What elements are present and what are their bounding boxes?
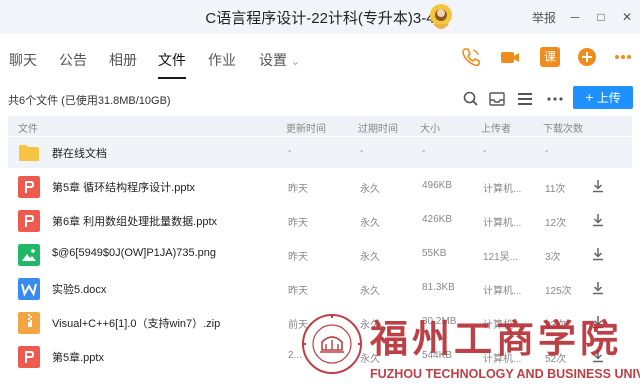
zip-file-icon xyxy=(18,312,40,334)
plus-icon[interactable] xyxy=(576,46,598,68)
file-name: 第5章 循环结构程序设计.pptx xyxy=(52,182,196,194)
file-uploader: 计算机... xyxy=(483,218,522,229)
table-row[interactable]: 实验5.docx 昨天 永久 81.3KB 计算机... 125次 xyxy=(8,273,632,304)
file-name: 第5章.pptx xyxy=(52,352,104,364)
course-button[interactable]: 课 xyxy=(540,47,560,67)
video-call-icon[interactable] xyxy=(499,46,521,68)
file-uploader: 121吴... xyxy=(483,252,519,263)
col-uploader[interactable]: 上传者 xyxy=(481,120,511,135)
col-expiry[interactable]: 过期时间 xyxy=(358,120,398,135)
file-updated: 昨天 xyxy=(288,252,308,263)
col-downloads[interactable]: 下载次数 xyxy=(543,120,583,135)
tab-album[interactable]: 相册 xyxy=(109,50,137,70)
download-icon[interactable] xyxy=(591,213,605,227)
upload-label: 上传 xyxy=(596,91,621,105)
file-name: 第6章 利用数组处理批量数据.pptx xyxy=(52,216,218,228)
file-downloads: - xyxy=(545,146,549,157)
file-uploader: 计算机... xyxy=(483,286,522,297)
image-file-icon xyxy=(18,244,40,266)
file-uploader: - xyxy=(483,146,487,157)
file-size: 55KB xyxy=(422,248,447,259)
storage-summary: 共6个文件 (已使用31.8MB/10GB) xyxy=(8,95,171,107)
file-size: 496KB xyxy=(422,180,453,191)
more-icon[interactable] xyxy=(612,46,634,68)
file-expiry: 永久 xyxy=(360,218,380,229)
chevron-down-icon: ⌄ xyxy=(290,56,301,68)
tab-files[interactable]: 文件 xyxy=(158,50,186,70)
file-downloads: 11次 xyxy=(545,184,566,195)
plus-small-icon: + xyxy=(585,89,594,105)
download-icon[interactable] xyxy=(591,281,605,295)
col-size[interactable]: 大小 xyxy=(420,120,440,135)
file-name: Visual+C++6[1].0（支持win7）.zip xyxy=(52,318,221,330)
file-table-header: 文件 更新时间 过期时间 大小 上传者 下载次数 xyxy=(8,116,632,136)
file-expiry: 永久 xyxy=(360,252,380,263)
file-updated: 昨天 xyxy=(288,218,308,229)
download-icon[interactable] xyxy=(591,247,605,261)
report-button[interactable]: 举报 xyxy=(532,9,556,26)
file-downloads: 125次 xyxy=(545,286,572,297)
file-downloads: 3次 xyxy=(545,252,561,263)
tab-announcement[interactable]: 公告 xyxy=(59,50,87,70)
file-name: 群在线文档 xyxy=(52,148,107,160)
file-downloads: 12次 xyxy=(545,218,567,229)
col-updated[interactable]: 更新时间 xyxy=(286,120,326,135)
file-name: $@6[5949$0J(OW]P1JA)735.png xyxy=(52,247,217,259)
tab-homework[interactable]: 作业 xyxy=(208,50,236,70)
files-toolbar: 共6个文件 (已使用31.8MB/10GB) xyxy=(0,82,640,116)
file-name: 实验5.docx xyxy=(52,284,107,296)
file-expiry: 永久 xyxy=(360,286,380,297)
svg-text:FUZHOU TECHNOLOGY AND BUSINESS: FUZHOU TECHNOLOGY AND BUSINESS UNIVERSIT… xyxy=(370,367,640,381)
inbox-icon[interactable] xyxy=(488,90,506,108)
word-file-icon xyxy=(18,278,40,300)
ppt-file-icon xyxy=(18,210,40,232)
download-icon[interactable] xyxy=(591,179,605,193)
table-row[interactable]: 群在线文档 - - - - - xyxy=(8,137,632,168)
grid-view-icon[interactable] xyxy=(516,90,534,108)
tab-chat[interactable]: 聊天 xyxy=(9,50,37,70)
minimize-button[interactable]: ─ xyxy=(562,10,588,24)
file-updated: - xyxy=(288,146,292,157)
tab-settings[interactable]: 设置 ⌄ xyxy=(259,50,300,70)
tab-settings-label: 设置 xyxy=(259,52,287,68)
upload-button[interactable]: + 上传 xyxy=(573,86,633,109)
file-updated: 昨天 xyxy=(288,286,308,297)
file-updated: 昨天 xyxy=(288,184,308,195)
ppt-file-icon xyxy=(18,176,40,198)
file-uploader: 计算机... xyxy=(483,184,522,195)
file-expiry: - xyxy=(360,146,364,157)
maximize-button[interactable]: □ xyxy=(588,10,614,24)
svg-text:福州工商学院: 福州工商学院 xyxy=(369,316,622,361)
file-size: 81.3KB xyxy=(422,282,455,293)
file-size: 426KB xyxy=(422,214,453,225)
file-expiry: 永久 xyxy=(360,184,380,195)
more-options-icon[interactable] xyxy=(546,90,564,108)
table-row[interactable]: $@6[5949$0J(OW]P1JA)735.png 昨天 永久 55KB 1… xyxy=(8,239,632,270)
decoration-sunflower-avatar xyxy=(418,0,464,34)
ppt-file-icon xyxy=(18,346,40,368)
col-name[interactable]: 文件 xyxy=(18,120,38,135)
close-button[interactable]: ✕ xyxy=(614,10,640,24)
table-row[interactable]: 第5章 循环结构程序设计.pptx 昨天 永久 496KB 计算机... 11次 xyxy=(8,171,632,202)
phone-icon[interactable] xyxy=(460,46,482,68)
file-size: - xyxy=(422,146,426,157)
window-controls: 举报 ─ □ ✕ xyxy=(532,0,640,34)
search-icon[interactable] xyxy=(462,90,480,108)
university-watermark-logo: 福州工商学院 FUZHOU TECHNOLOGY AND BUSINESS UN… xyxy=(300,308,640,384)
folder-icon xyxy=(19,145,39,161)
table-row[interactable]: 第6章 利用数组处理批量数据.pptx 昨天 永久 426KB 计算机... 1… xyxy=(8,205,632,236)
group-nav-bar: 聊天 公告 相册 文件 作业 设置 ⌄ 课 xyxy=(0,34,640,82)
active-tab-indicator xyxy=(158,77,186,79)
title-bar: C语言程序设计-22计科(专升本)3-4 举报 ─ □ ✕ xyxy=(0,0,640,34)
